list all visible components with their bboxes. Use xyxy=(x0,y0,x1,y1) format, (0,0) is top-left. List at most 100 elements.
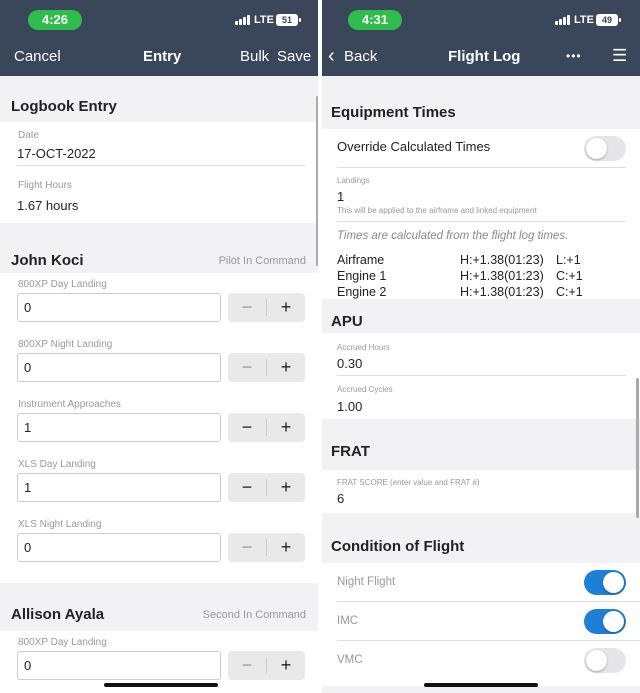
equipment-hours: H:+1.38(01:23) xyxy=(460,285,544,299)
plus-button[interactable]: + xyxy=(267,413,305,442)
more-icon[interactable]: ••• xyxy=(566,49,582,63)
crew-header: Allison Ayala Second In Command xyxy=(0,583,318,631)
times-names: Airframe Engine 1 Engine 2 xyxy=(337,252,386,300)
minus-button[interactable]: − xyxy=(228,473,266,502)
divider xyxy=(337,375,626,376)
vmc-toggle[interactable] xyxy=(584,648,626,673)
plus-button[interactable]: + xyxy=(267,353,305,382)
imc-toggle[interactable] xyxy=(584,609,626,634)
stepper-input[interactable]: 1 xyxy=(17,473,221,502)
scrollbar[interactable] xyxy=(636,378,639,518)
date-value[interactable]: 17-OCT-2022 xyxy=(17,146,305,166)
entry-screen: 4:26 LTE 51 Cancel Entry Bulk Save Logbo… xyxy=(0,0,318,693)
minus-button[interactable]: − xyxy=(228,293,266,322)
cancel-button[interactable]: Cancel xyxy=(14,48,61,65)
stepper-buttons: − + xyxy=(228,533,305,562)
date-field[interactable]: Date 17-OCT-2022 xyxy=(0,122,318,170)
override-label: Override Calculated Times xyxy=(337,139,491,154)
equipment-name: Engine 1 xyxy=(337,269,387,283)
network-label: LTE xyxy=(254,14,274,26)
divider xyxy=(337,167,626,168)
status-bar: 4:26 LTE 51 xyxy=(0,0,318,36)
stepper-buttons: − + xyxy=(228,353,305,382)
stepper-row: XLS Day Landing 1 − + xyxy=(0,453,318,513)
landings-value[interactable]: 1 xyxy=(337,189,344,204)
calc-note: Times are calculated from the flight log… xyxy=(337,230,569,242)
equipment-name: Engine 2 xyxy=(337,285,387,299)
signal-icon xyxy=(235,15,250,25)
stepper-row: 800XP Night Landing 0 − + xyxy=(0,333,318,393)
minus-button[interactable]: − xyxy=(228,533,266,562)
flight-hours-label: Flight Hours xyxy=(18,180,72,191)
crew-name: John Koci xyxy=(11,252,84,269)
signal-icon xyxy=(555,15,570,25)
chevron-left-icon[interactable]: ‹ xyxy=(328,45,335,68)
stepper-input[interactable]: 1 xyxy=(17,413,221,442)
flight-hours-field[interactable]: Flight Hours 1.67 hours xyxy=(0,170,318,223)
crew-header: John Koci Pilot In Command xyxy=(0,223,318,273)
times-hours: H:+1.38(01:23) H:+1.38(01:23) H:+1.38(01… xyxy=(460,252,544,300)
equipment-card: Override Calculated Times Landings 1 Thi… xyxy=(322,129,640,299)
equipment-hours: H:+1.38(01:23) xyxy=(460,253,544,267)
stepper-input[interactable]: 0 xyxy=(17,293,221,322)
condition-label: Night Flight xyxy=(337,576,396,588)
date-label: Date xyxy=(18,130,40,141)
back-button[interactable]: Back xyxy=(344,48,377,65)
minus-button[interactable]: − xyxy=(228,651,266,680)
home-indicator xyxy=(424,683,538,687)
flight-hours-value[interactable]: 1.67 hours xyxy=(17,198,78,213)
section-title: Logbook Entry xyxy=(0,76,318,122)
plus-button[interactable]: + xyxy=(267,293,305,322)
stepper-label: 800XP Day Landing xyxy=(18,637,107,648)
stepper-input[interactable]: 0 xyxy=(17,533,221,562)
landings-hint: This will be applied to the airframe and… xyxy=(337,206,537,215)
equipment-extra: C:+1 xyxy=(556,269,583,283)
condition-label: VMC xyxy=(337,654,363,666)
home-indicator xyxy=(104,683,218,687)
bulk-button[interactable]: Bulk xyxy=(240,48,269,65)
stepper-row: Instrument Approaches 1 − + xyxy=(0,393,318,453)
frat-score-value[interactable]: 6 xyxy=(337,491,344,506)
nav-bar: Cancel Entry Bulk Save xyxy=(0,36,318,76)
status-time: 4:31 xyxy=(348,10,402,30)
equipment-name: Airframe xyxy=(337,253,385,267)
entry-content: Logbook Entry Date 17-OCT-2022 Flight Ho… xyxy=(0,76,318,693)
save-button[interactable]: Save xyxy=(277,48,311,65)
plus-button[interactable]: + xyxy=(267,533,305,562)
stepper-input[interactable]: 0 xyxy=(17,353,221,382)
crew-name: Allison Ayala xyxy=(11,606,105,623)
plus-button[interactable]: + xyxy=(267,651,305,680)
stepper-label: XLS Night Landing xyxy=(18,519,102,530)
stepper-buttons: − + xyxy=(228,413,305,442)
flight-log-screen: 4:31 LTE 49 ‹ Back Flight Log ••• ☰ Equi… xyxy=(322,0,640,693)
condition-row: VMC xyxy=(322,641,640,686)
apu-title: APU xyxy=(322,299,640,333)
stepper-label: Instrument Approaches xyxy=(18,399,121,410)
minus-button[interactable]: − xyxy=(228,413,266,442)
apu-hours-label: Accrued Hours xyxy=(337,343,390,352)
stepper-input[interactable]: 0 xyxy=(17,651,221,680)
status-bar: 4:31 LTE 49 xyxy=(322,0,640,36)
stepper-label: 800XP Day Landing xyxy=(18,279,107,290)
stepper-buttons: − + xyxy=(228,651,305,680)
apu-hours-value[interactable]: 0.30 xyxy=(337,356,362,371)
equipment-hours: H:+1.38(01:23) xyxy=(460,269,544,283)
page-title: Flight Log xyxy=(448,48,521,65)
apu-cycles-value[interactable]: 1.00 xyxy=(337,399,362,414)
menu-icon[interactable]: ☰ xyxy=(612,46,627,66)
minus-button[interactable]: − xyxy=(228,353,266,382)
frat-card: FRAT SCORE (enter value and FRAT #) 6 xyxy=(322,470,640,513)
stepper-buttons: − + xyxy=(228,293,305,322)
stepper-label: XLS Day Landing xyxy=(18,459,96,470)
equipment-title: Equipment Times xyxy=(322,76,640,129)
condition-label: IMC xyxy=(337,615,359,627)
frat-score-label: FRAT SCORE (enter value and FRAT #) xyxy=(337,478,480,487)
condition-row: Night Flight xyxy=(322,563,640,602)
nav-bar: ‹ Back Flight Log ••• ☰ xyxy=(322,36,640,76)
times-extra: L:+1 C:+1 C:+1 xyxy=(556,252,583,300)
override-toggle[interactable] xyxy=(584,136,626,161)
condition-row: IMC xyxy=(322,602,640,641)
night-flight-toggle[interactable] xyxy=(584,570,626,595)
plus-button[interactable]: + xyxy=(267,473,305,502)
stepper-buttons: − + xyxy=(228,473,305,502)
